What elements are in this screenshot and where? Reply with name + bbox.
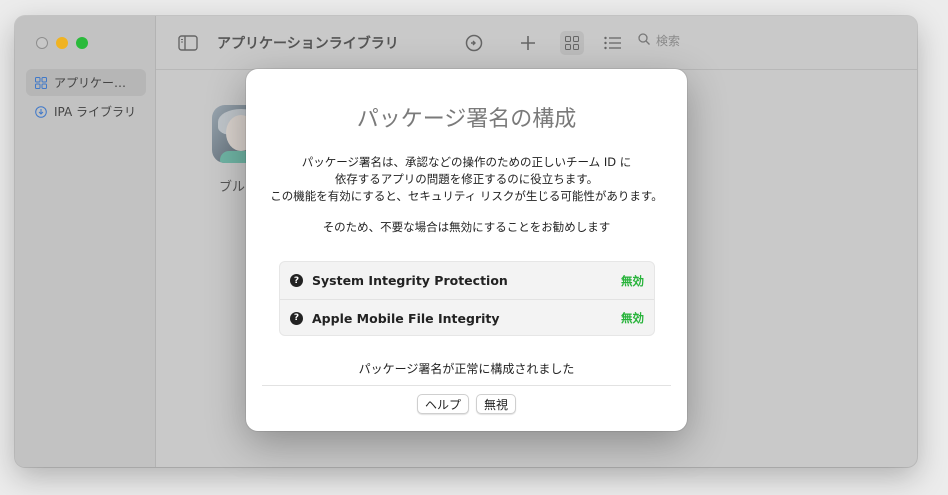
sync-icon[interactable] [462, 31, 486, 55]
dialog-buttons: ヘルプ 無視 [246, 394, 687, 414]
question-icon[interactable]: ? [290, 311, 303, 325]
search-field[interactable]: 検索 [638, 32, 680, 49]
question-icon[interactable]: ? [290, 274, 303, 287]
sidebar-item-ipa-library[interactable]: IPA ライブラリ [26, 98, 146, 125]
plus-icon[interactable] [516, 31, 540, 55]
dialog-title: パッケージ署名の構成 [356, 107, 577, 132]
ignore-button[interactable]: 無視 [476, 394, 517, 414]
list-view-icon[interactable] [601, 31, 625, 55]
integrity-status-table: ? System Integrity Protection 無効 ? Apple… [279, 261, 655, 336]
dialog-status-message: パッケージ署名が正常に構成されました [358, 362, 575, 376]
sidebar-item-label: IPA ライブラリ [54, 105, 137, 119]
dialog-description: パッケージ署名は、承認などの操作のための正しいチーム ID に 依存するアプリの… [246, 154, 687, 205]
sidebar-toggle-icon[interactable] [176, 31, 200, 55]
status-badge: 無効 [621, 273, 644, 288]
dialog-recommendation: そのため、不要な場合は無効にすることをお勧めします [322, 220, 611, 234]
description-line: 依存するアプリの問題を修正するのに役立ちます。 [334, 172, 599, 186]
sidebar: アプリケー… IPA ライブラリ [15, 16, 156, 467]
zoom-window-button[interactable] [76, 37, 88, 49]
sidebar-item-label: アプリケー… [54, 76, 127, 90]
dialog-divider [262, 385, 671, 386]
help-button[interactable]: ヘルプ [416, 394, 469, 414]
toolbar-title: アプリケーションライブラリ [217, 36, 399, 52]
close-window-button[interactable] [36, 37, 48, 49]
package-signing-dialog: パッケージ署名の構成 パッケージ署名は、承認などの操作のための正しいチーム ID… [246, 69, 687, 431]
status-row-sip: ? System Integrity Protection 無効 [280, 262, 654, 299]
grid-view-icon[interactable] [560, 31, 584, 55]
minimize-window-button[interactable] [56, 37, 68, 49]
traffic-lights [36, 37, 88, 49]
description-line: この機能を有効にすると、セキュリティ リスクが生じる可能性があります。 [270, 189, 663, 203]
download-circle-icon [34, 105, 48, 119]
app-label: ブルア [219, 180, 249, 195]
grid-icon [34, 76, 48, 90]
toolbar: アプリケーションライブラリ 検索 [156, 16, 917, 70]
description-line: パッケージ署名は、承認などの操作のための正しいチーム ID に [301, 155, 632, 169]
search-icon [638, 33, 650, 48]
sidebar-item-applications[interactable]: アプリケー… [26, 69, 146, 96]
search-placeholder: 検索 [656, 34, 681, 48]
status-badge: 無効 [621, 311, 644, 325]
row-label: System Integrity Protection [312, 273, 508, 288]
row-label: Apple Mobile File Integrity [312, 310, 500, 326]
status-row-amfi: ? Apple Mobile File Integrity 無効 [280, 299, 654, 336]
